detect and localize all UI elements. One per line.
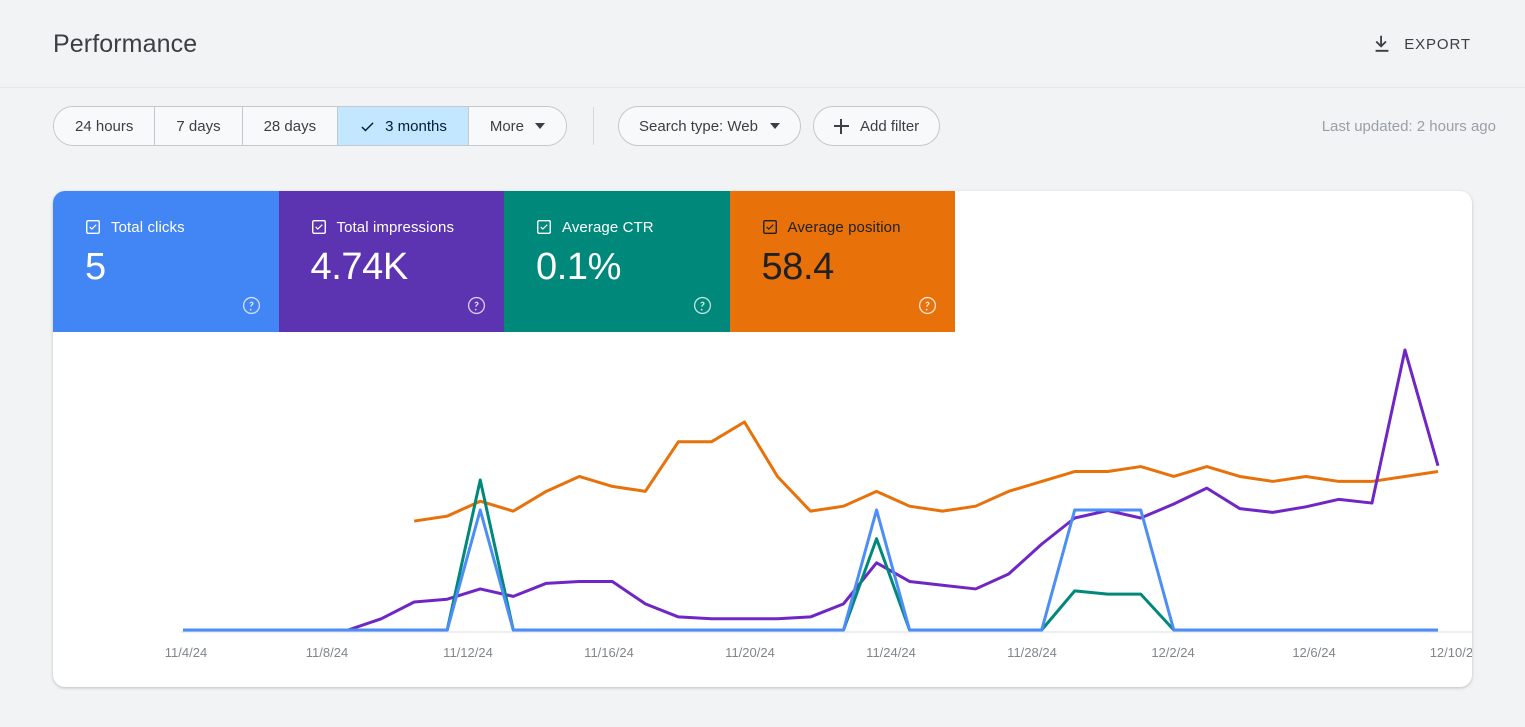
- chart-series-average-ctr: [183, 480, 1438, 630]
- chart-series-total-impressions: [183, 350, 1438, 630]
- help-icon[interactable]: [693, 296, 712, 315]
- date-range-7-days-label: 7 days: [176, 117, 221, 135]
- metric-label: Average CTR: [562, 218, 654, 236]
- page-header: Performance EXPORT: [0, 0, 1525, 88]
- date-range-24-hours-label: 24 hours: [75, 117, 134, 135]
- date-range-more-label: More: [489, 117, 525, 135]
- date-range-7-days[interactable]: 7 days: [155, 107, 243, 145]
- metric-card-total-clicks[interactable]: Total clicks 5: [53, 191, 279, 332]
- chart-series-total-clicks: [183, 510, 1438, 630]
- chart-x-tick: 11/20/24: [725, 645, 775, 660]
- date-range-24-hours[interactable]: 24 hours: [54, 107, 156, 145]
- metric-value: 0.1%: [536, 246, 622, 288]
- chart-x-tick: 11/12/24: [443, 645, 493, 660]
- help-icon[interactable]: [467, 296, 486, 315]
- metric-label: Average position: [787, 218, 901, 236]
- metric-card-total-impressions[interactable]: Total impressions 4.74K: [278, 191, 505, 332]
- metric-header: Total clicks: [85, 219, 279, 235]
- export-button[interactable]: EXPORT: [1369, 27, 1473, 61]
- chart-x-tick: 12/6/24: [1292, 645, 1336, 660]
- date-range-28-days-label: 28 days: [263, 117, 317, 135]
- metric-header: Average CTR: [536, 219, 730, 235]
- chart-x-tick: 11/24/24: [866, 645, 916, 660]
- download-icon: [1371, 33, 1393, 55]
- performance-card: Total clicks 5 Total impressions 4.74K A…: [53, 191, 1472, 687]
- metric-header: Total impressions: [311, 219, 505, 235]
- plus-icon: [833, 118, 849, 134]
- chart-x-tick: 12/10/24: [1429, 645, 1472, 660]
- metric-value: 5: [85, 246, 106, 288]
- chart-x-axis: 11/4/24 11/8/24 11/12/24 11/16/24 11/20/24 11…: [53, 645, 1472, 663]
- add-filter-button[interactable]: Add filter: [812, 106, 941, 146]
- export-label: EXPORT: [1404, 35, 1471, 53]
- chart-series-average-position: [414, 422, 1438, 521]
- page-title: Performance: [53, 29, 198, 58]
- chart-x-tick: 11/8/24: [305, 645, 349, 660]
- add-filter-label: Add filter: [859, 117, 920, 135]
- date-range-3-months-label: 3 months: [385, 117, 447, 135]
- chevron-down-icon: [535, 123, 546, 129]
- filter-bar-divider: [593, 107, 595, 145]
- chart-x-tick: 11/28/24: [1007, 645, 1057, 660]
- help-icon[interactable]: [918, 296, 937, 315]
- checkbox-checked-icon[interactable]: [85, 219, 101, 235]
- metric-value: 58.4: [761, 246, 835, 288]
- help-icon[interactable]: [242, 296, 261, 315]
- date-range-3-months[interactable]: 3 months: [338, 107, 469, 145]
- search-type-filter[interactable]: Search type: Web: [618, 106, 801, 146]
- metric-label: Total clicks: [111, 218, 185, 236]
- date-range-28-days[interactable]: 28 days: [242, 107, 339, 145]
- metric-card-average-ctr[interactable]: Average CTR 0.1%: [504, 191, 730, 332]
- checkbox-checked-icon[interactable]: [311, 219, 327, 235]
- chart-x-tick: 11/4/24: [164, 645, 208, 660]
- chart-plot-area[interactable]: [53, 332, 1472, 642]
- date-range-segmented-control: 24 hours 7 days 28 days 3 months More: [53, 106, 568, 146]
- chevron-down-icon: [769, 123, 780, 129]
- header-divider: [0, 87, 1525, 88]
- check-icon: [359, 118, 376, 135]
- checkbox-checked-icon[interactable]: [762, 219, 778, 235]
- metric-card-average-position[interactable]: Average position 58.4: [729, 191, 956, 332]
- chart-x-tick: 12/2/24: [1151, 645, 1195, 660]
- metric-header: Average position: [762, 219, 956, 235]
- metric-value: 4.74K: [310, 246, 409, 288]
- search-type-label: Search type: Web: [639, 117, 758, 135]
- checkbox-checked-icon[interactable]: [536, 219, 552, 235]
- last-updated-text: Last updated: 2 hours ago: [1321, 117, 1496, 135]
- performance-chart[interactable]: 11/4/24 11/8/24 11/12/24 11/16/24 11/20/24 11…: [53, 332, 1472, 687]
- metric-cards: Total clicks 5 Total impressions 4.74K A…: [53, 191, 955, 332]
- chart-x-tick: 11/16/24: [584, 645, 634, 660]
- metric-label: Total impressions: [336, 218, 455, 236]
- filter-bar: 24 hours 7 days 28 days 3 months More Se…: [0, 88, 1525, 164]
- date-range-more[interactable]: More: [468, 107, 567, 145]
